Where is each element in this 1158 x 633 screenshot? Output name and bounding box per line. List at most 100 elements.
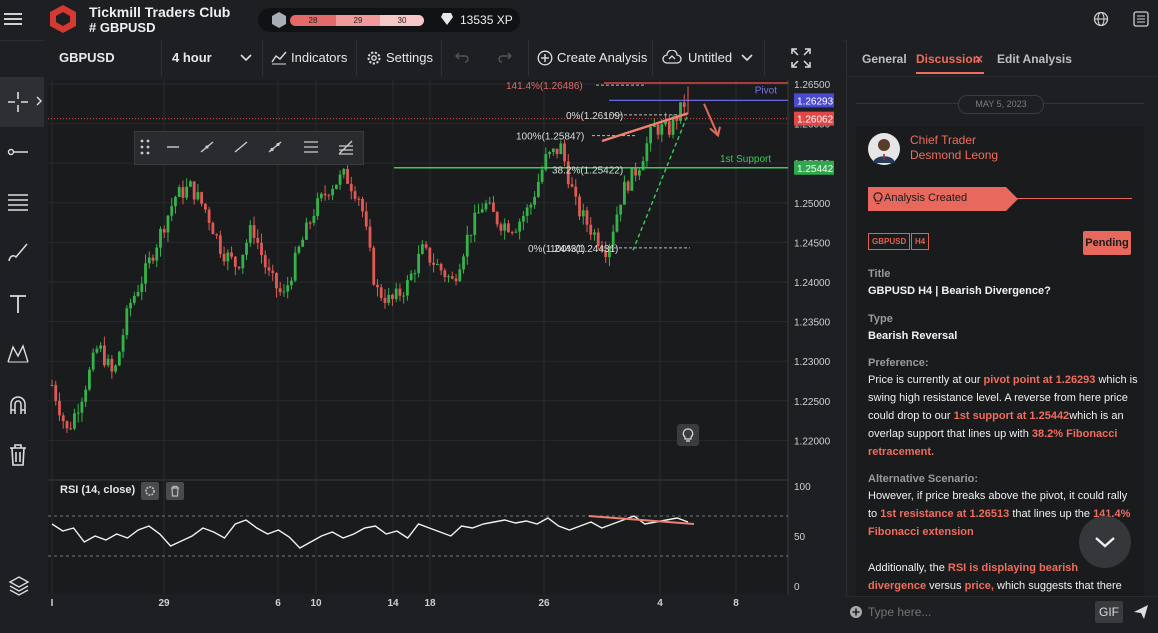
send-icon[interactable] bbox=[1133, 604, 1149, 620]
rsi-pane-bg bbox=[48, 480, 788, 594]
globe-icon[interactable] bbox=[1093, 11, 1109, 27]
line-tool-icon[interactable] bbox=[165, 140, 181, 154]
chevron-down-icon[interactable] bbox=[240, 53, 252, 63]
tab-general[interactable]: General bbox=[862, 52, 907, 66]
layers-icon[interactable] bbox=[8, 574, 30, 596]
extended-line-icon[interactable] bbox=[267, 140, 283, 154]
candle-body bbox=[514, 231, 518, 233]
candle-body bbox=[585, 210, 589, 225]
fib-levels-icon[interactable] bbox=[6, 190, 30, 214]
toolbar-divider bbox=[764, 40, 765, 76]
symbol-select[interactable]: GBPUSD bbox=[59, 40, 115, 76]
drag-handle-icon[interactable] bbox=[138, 138, 152, 156]
indicators-icon[interactable] bbox=[271, 50, 287, 65]
text-tool-icon[interactable] bbox=[6, 292, 30, 316]
title-label: Title bbox=[868, 268, 891, 280]
candle-body bbox=[136, 291, 140, 296]
candle-body bbox=[125, 308, 129, 336]
candle-body bbox=[495, 212, 499, 225]
candle-body bbox=[297, 246, 301, 253]
cloud-upload-icon[interactable] bbox=[662, 50, 682, 66]
settings-button[interactable]: Settings bbox=[386, 40, 433, 76]
close-icon[interactable] bbox=[975, 55, 983, 63]
undo-icon[interactable] bbox=[455, 51, 469, 63]
message-input[interactable] bbox=[868, 602, 1078, 622]
analysis-title-select[interactable]: Untitled bbox=[688, 40, 732, 76]
candle-body bbox=[432, 262, 435, 265]
active-tab-underline bbox=[916, 72, 984, 74]
crosshair-icon[interactable] bbox=[6, 90, 30, 114]
candle-body bbox=[114, 365, 117, 372]
candle-body bbox=[503, 223, 507, 231]
trash-icon[interactable] bbox=[169, 485, 181, 497]
redo-icon[interactable] bbox=[498, 51, 512, 63]
candle-body bbox=[391, 294, 394, 300]
tab-edit-analysis[interactable]: Edit Analysis bbox=[997, 52, 1072, 66]
candle-body bbox=[372, 247, 376, 285]
candle-body bbox=[162, 228, 166, 233]
candle-body bbox=[435, 263, 439, 265]
chevron-down-icon[interactable] bbox=[741, 53, 753, 63]
candle-body bbox=[536, 181, 540, 197]
brush-icon[interactable] bbox=[6, 240, 30, 264]
gear-icon[interactable] bbox=[144, 485, 156, 497]
candle-body bbox=[211, 222, 215, 235]
pattern-tool-icon[interactable] bbox=[6, 342, 30, 366]
horizontal-ray-icon[interactable] bbox=[6, 140, 30, 164]
parallel-channel-icon[interactable] bbox=[302, 138, 320, 156]
preference-label: Preference: bbox=[868, 357, 929, 369]
candle-body bbox=[439, 263, 443, 271]
indicators-button[interactable]: Indicators bbox=[291, 40, 347, 76]
candle-body bbox=[376, 284, 379, 288]
trash-icon[interactable] bbox=[6, 442, 30, 468]
timeframe-select[interactable]: 4 hour bbox=[172, 40, 212, 76]
chevron-down-icon[interactable] bbox=[1094, 535, 1116, 549]
candle-body bbox=[233, 256, 237, 267]
rsi-tick-label: 0 bbox=[794, 582, 800, 593]
candle-body bbox=[155, 247, 159, 261]
candle-body bbox=[95, 348, 99, 353]
candle-body bbox=[260, 242, 263, 256]
tab-discussion[interactable]: Discussion bbox=[916, 52, 980, 66]
candle-body bbox=[484, 203, 488, 210]
candle-body bbox=[555, 148, 559, 155]
create-analysis-button[interactable]: Create Analysis bbox=[557, 40, 647, 76]
candle-body bbox=[308, 222, 312, 224]
lightbulb-icon[interactable] bbox=[682, 428, 694, 442]
diamond-icon bbox=[441, 13, 453, 25]
club-logo bbox=[50, 5, 76, 33]
time-tick-label: 8 bbox=[733, 598, 739, 609]
chevron-right-icon[interactable] bbox=[36, 96, 42, 106]
candle-body bbox=[203, 203, 207, 210]
candle-body bbox=[252, 225, 256, 238]
gear-icon[interactable] bbox=[366, 50, 382, 66]
analysis-title: GBPUSD H4 | Bearish Divergence? bbox=[868, 285, 1051, 297]
candle-body bbox=[215, 234, 219, 236]
candle-body bbox=[559, 143, 563, 155]
fullscreen-icon[interactable] bbox=[791, 48, 811, 68]
candle-body bbox=[634, 167, 638, 176]
fib-retracement-icon[interactable] bbox=[337, 138, 355, 156]
plus-circle-icon[interactable] bbox=[537, 50, 553, 66]
candle-body bbox=[327, 195, 331, 197]
author-role: Chief Trader bbox=[910, 133, 977, 147]
ray-tool-icon[interactable] bbox=[233, 140, 249, 154]
candle-body bbox=[346, 168, 349, 184]
magnet-icon[interactable] bbox=[6, 394, 30, 418]
candle-body bbox=[574, 186, 578, 197]
checklist-icon[interactable] bbox=[1133, 11, 1149, 27]
gif-button[interactable]: GIF bbox=[1095, 601, 1123, 623]
trendline-tool-icon[interactable] bbox=[199, 140, 215, 154]
candle-body bbox=[563, 143, 566, 162]
candle-body bbox=[510, 232, 514, 234]
hamburger-menu-icon[interactable] bbox=[4, 10, 22, 28]
price-tick-label: 1.23500 bbox=[794, 318, 831, 329]
author-name[interactable]: Desmond Leong bbox=[910, 148, 998, 162]
candle-body bbox=[73, 413, 76, 429]
candle-body bbox=[248, 225, 252, 243]
candle-body bbox=[361, 198, 364, 212]
candle-body bbox=[364, 211, 368, 227]
avatar[interactable] bbox=[868, 133, 900, 165]
candle-body bbox=[581, 210, 585, 217]
plus-circle-icon[interactable] bbox=[849, 605, 863, 619]
